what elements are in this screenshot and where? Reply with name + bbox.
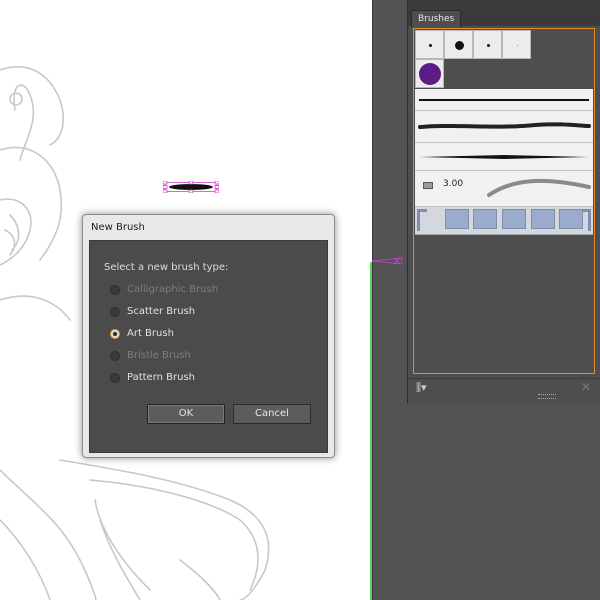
guide-marker-icon [372, 257, 403, 265]
brush-row-charcoal[interactable] [415, 111, 593, 143]
brush-swatch-large-dot[interactable] [444, 30, 473, 59]
brush-library-list[interactable]: 3.00 [413, 28, 595, 374]
panel-footer: ⫼▾ ✕ [408, 378, 600, 403]
selected-brush-stroke[interactable] [162, 178, 220, 194]
brushes-panel: Brushes 3.00 ⫼▾ ✕ [407, 0, 600, 403]
brush-swatch-purple-circle[interactable] [415, 59, 444, 88]
brush-libraries-menu-icon[interactable]: ⫼▾ [416, 381, 427, 395]
panel-title-bar[interactable] [408, 0, 600, 10]
brush-type-prompt: Select a new brush type: [104, 262, 229, 273]
brush-swatch-faint-dot[interactable] [502, 30, 531, 59]
brush-row-pattern[interactable] [415, 207, 593, 235]
new-brush-dialog: New Brush Select a new brush type: Calli… [82, 214, 335, 458]
cancel-button[interactable]: Cancel [233, 404, 311, 424]
brush-swatch-medium-dot[interactable] [473, 30, 502, 59]
brush-row-art-brush[interactable]: 3.00 [415, 171, 593, 207]
brush-type-icon [423, 182, 433, 189]
brush-row-taper[interactable] [415, 143, 593, 171]
radio-icon[interactable] [110, 307, 120, 317]
panel-resize-grip[interactable] [538, 394, 556, 399]
dialog-title: New Brush [91, 222, 145, 233]
brush-size-value: 3.00 [443, 179, 464, 189]
tab-brushes[interactable]: Brushes [411, 10, 462, 27]
delete-brush-icon[interactable]: ✕ [581, 380, 591, 394]
brush-row-thin-line[interactable] [415, 89, 593, 111]
dialog-body: Select a new brush type: Calligraphic Br… [89, 240, 328, 453]
brush-swatch-small-dot[interactable] [415, 30, 444, 59]
ok-button[interactable]: OK [147, 404, 225, 424]
radio-icon [110, 285, 120, 295]
radio-selected-icon[interactable] [110, 329, 120, 339]
radio-icon [110, 351, 120, 361]
workspace-divider [372, 0, 373, 600]
radio-icon[interactable] [110, 373, 120, 383]
